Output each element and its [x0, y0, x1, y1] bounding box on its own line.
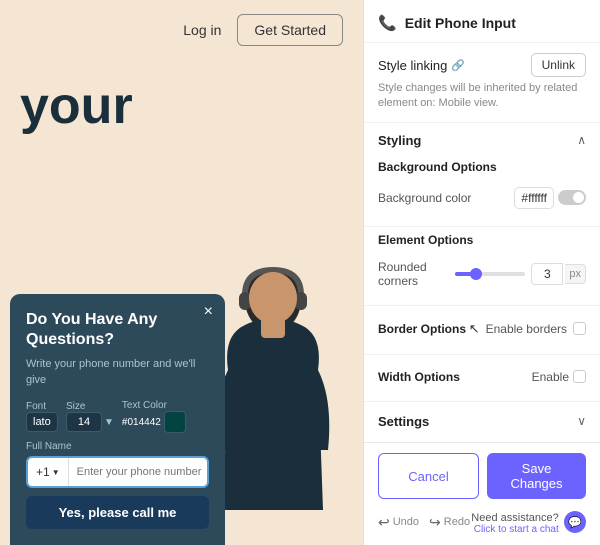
width-options-title: Width Options — [378, 370, 460, 384]
undo-label: Undo — [393, 516, 419, 528]
width-enable-control: Enable — [532, 370, 586, 384]
nav-cta-button[interactable]: Get Started — [237, 14, 343, 46]
width-enable-label: Enable — [532, 370, 569, 384]
modal-overlay: × Do You Have Any Questions? Write your … — [0, 180, 363, 545]
element-options-body: Element Options Rounded corners 3 px — [364, 229, 600, 303]
settings-chevron-icon: ∨ — [577, 414, 586, 428]
call-me-button[interactable]: Yes, please call me — [26, 496, 209, 529]
redo-button[interactable]: ↪ Redo — [429, 514, 470, 531]
px-unit-label: px — [565, 264, 586, 284]
redo-label: Redo — [444, 516, 470, 528]
size-label: Size — [66, 401, 114, 412]
border-options-row: Border Options ↖ Enable borders — [378, 316, 586, 342]
border-options-body: Border Options ↖ Enable borders — [364, 308, 600, 352]
undo-button[interactable]: ↩ Undo — [378, 514, 419, 531]
panel-title: Edit Phone Input — [405, 15, 516, 31]
background-options-body: Background Options Background color #fff… — [364, 156, 600, 224]
hero-line1: your — [20, 80, 363, 132]
save-button[interactable]: Save Changes — [487, 453, 586, 499]
phone-icon: 📞 — [378, 14, 397, 32]
border-options-title: Border Options — [378, 322, 466, 336]
assistance-link[interactable]: Click to start a chat — [471, 524, 558, 535]
chat-bubble-icon[interactable]: 💬 — [564, 511, 586, 533]
unlink-button[interactable]: Unlink — [531, 53, 586, 77]
divider-3 — [364, 354, 600, 355]
panel-footer: Cancel Save Changes ↩ Undo ↪ Redo Need a… — [364, 442, 600, 545]
size-stepper[interactable]: ▼ — [104, 417, 114, 428]
canvas-preview: Log in Get Started your × Do You Have An… — [0, 0, 363, 545]
divider-4 — [364, 401, 600, 402]
divider-2 — [364, 305, 600, 306]
settings-section-header[interactable]: Settings ∨ — [364, 404, 600, 437]
color-hex-value: #014442 — [122, 417, 161, 428]
hero-text: your — [0, 60, 363, 132]
text-color-label: Text Color — [122, 400, 186, 411]
undo-icon: ↩ — [378, 514, 390, 531]
assistance-text: Need assistance? — [471, 512, 558, 524]
font-controls-row: Font lato Size 14 ▼ Text Color #014442 — [26, 400, 209, 433]
modal-close-button[interactable]: × — [204, 304, 213, 320]
color-swatch[interactable] — [164, 411, 186, 433]
border-enable-control: ↖ Enable borders — [469, 321, 586, 337]
assistance-group: Need assistance? Click to start a chat — [471, 509, 558, 535]
rounded-slider[interactable] — [455, 272, 525, 276]
background-color-control[interactable]: #ffffff — [514, 187, 586, 209]
rounded-corners-control: 3 px — [455, 263, 586, 285]
full-name-label: Full Name — [26, 441, 209, 452]
panel-header: 📞 Edit Phone Input — [364, 0, 600, 43]
rounded-corners-label: Rounded corners — [378, 260, 455, 288]
font-label: Font — [26, 401, 58, 412]
settings-section-title: Settings — [378, 414, 429, 429]
phone-modal: × Do You Have Any Questions? Write your … — [10, 294, 225, 545]
cursor-icon: ↖ — [469, 321, 480, 337]
toggle-knob — [573, 192, 584, 203]
panel-content: Style linking 🔗 Unlink Style changes wil… — [364, 43, 600, 442]
color-label-group: Text Color #014442 — [122, 400, 186, 433]
background-options-title: Background Options — [378, 160, 586, 174]
action-buttons: Cancel Save Changes — [378, 453, 586, 499]
element-options-title: Element Options — [378, 233, 586, 247]
modal-subtitle: Write your phone number and we'll give — [26, 357, 209, 388]
style-linking-header: Style linking 🔗 Unlink — [378, 53, 586, 77]
chat-icon: 💬 — [568, 516, 582, 529]
phone-prefix: +1 ▼ — [28, 458, 69, 486]
color-input-group[interactable]: #ffffff — [514, 187, 554, 209]
width-enable-checkbox[interactable] — [573, 370, 586, 383]
cancel-button[interactable]: Cancel — [378, 453, 479, 499]
styling-chevron-icon: ∧ — [577, 133, 586, 147]
phone-input-field[interactable]: +1 ▼ — [26, 456, 209, 488]
border-enable-checkbox[interactable] — [573, 322, 586, 335]
background-color-label: Background color — [378, 191, 471, 205]
nav-bar: Log in Get Started — [0, 0, 363, 60]
style-linking-section: Style linking 🔗 Unlink Style changes wil… — [364, 43, 600, 123]
px-value-input[interactable]: 3 — [531, 263, 563, 285]
styling-section-title: Styling — [378, 133, 421, 148]
nav-login-link[interactable]: Log in — [183, 22, 221, 38]
divider-1 — [364, 226, 600, 227]
style-linking-title: Style linking 🔗 — [378, 58, 465, 73]
slider-thumb — [470, 268, 482, 280]
font-select[interactable]: lato — [26, 412, 58, 432]
border-enable-label: Enable borders — [486, 322, 567, 336]
px-input-group: 3 px — [531, 263, 586, 285]
properties-panel: 📞 Edit Phone Input Style linking 🔗 Unlin… — [363, 0, 600, 545]
width-options-row: Width Options Enable — [378, 365, 586, 389]
footer-bottom: ↩ Undo ↪ Redo Need assistance? Click to … — [378, 509, 586, 535]
size-label-group: Size 14 ▼ — [66, 401, 114, 432]
style-linking-description: Style changes will be inherited by relat… — [378, 81, 586, 112]
modal-title: Do You Have Any Questions? — [26, 310, 209, 352]
color-toggle[interactable] — [558, 190, 586, 205]
font-label-group: Font lato — [26, 401, 58, 432]
background-color-row: Background color #ffffff — [378, 182, 586, 214]
width-options-body: Width Options Enable — [364, 357, 600, 399]
edit-icon: 🔗 — [451, 59, 465, 72]
phone-number-input[interactable] — [69, 466, 209, 478]
prefix-chevron: ▼ — [52, 468, 60, 477]
redo-icon: ↪ — [429, 514, 441, 531]
undo-redo-group: ↩ Undo ↪ Redo — [378, 514, 470, 531]
styling-section-header[interactable]: Styling ∧ — [364, 123, 600, 156]
size-input[interactable]: 14 — [66, 412, 102, 432]
rounded-corners-row: Rounded corners 3 px — [378, 255, 586, 293]
color-hex-display: #ffffff — [521, 191, 547, 205]
